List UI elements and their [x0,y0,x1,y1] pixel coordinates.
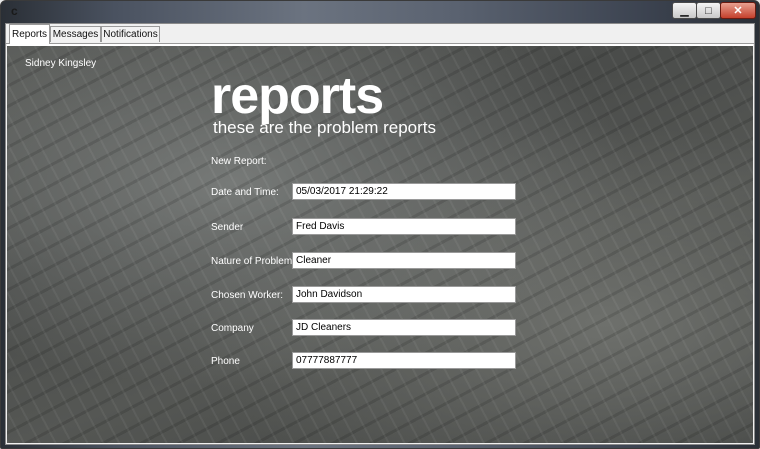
close-icon: ✕ [733,5,743,17]
company-label: Company [211,323,254,334]
tab-notifications[interactable]: Notifications [101,26,160,42]
new-report-label: New Report: [211,156,267,167]
problem-nature-field[interactable] [292,252,516,269]
tab-messages[interactable]: Messages [50,26,101,42]
chosen-worker-field[interactable] [292,286,516,303]
sender-label: Sender [211,222,244,233]
page-title: reports [211,67,384,125]
page-subtitle: these are the problem reports [213,118,437,137]
sender-field[interactable] [292,218,516,235]
divider [7,44,753,46]
reports-panel: Sidney Kingsley reports these are the pr… [7,44,753,443]
tab-strip: Reports Messages Notifications [6,24,754,44]
window-title: c [11,4,18,18]
date-time-label: Date and Time: [211,187,279,198]
minimize-button[interactable]: ▁ [672,2,697,19]
chosen-worker-label: Chosen Worker: [211,290,284,301]
title-bar[interactable]: c ▁ □ ✕ [1,1,759,23]
problem-nature-label: Nature of Problem: [211,256,295,267]
company-field[interactable] [292,319,516,336]
maximize-button[interactable]: □ [696,2,721,19]
app-window: c ▁ □ ✕ Reports Messages Notifications S… [0,0,760,449]
minimize-icon: ▁ [680,5,689,17]
phone-label: Phone [211,356,240,367]
tab-reports[interactable]: Reports [9,24,50,44]
close-button[interactable]: ✕ [720,2,756,19]
user-name: Sidney Kingsley [25,58,97,69]
maximize-icon: □ [705,4,712,17]
phone-field[interactable] [292,352,516,369]
client-area: Reports Messages Notifications Sidney Ki… [5,23,755,445]
date-time-field[interactable] [292,183,516,200]
